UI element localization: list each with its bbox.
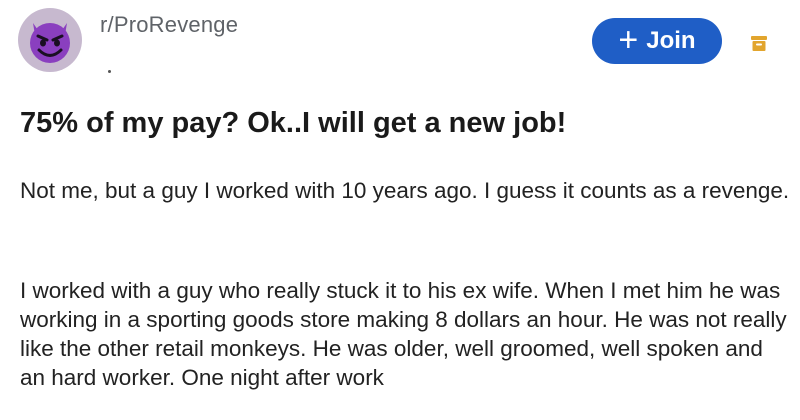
join-label: Join — [646, 27, 696, 54]
subreddit-name[interactable]: r/ProRevenge — [100, 12, 238, 38]
devil-face-icon — [30, 23, 70, 63]
subreddit-avatar[interactable] — [18, 8, 82, 72]
post-header: r/ProRevenge + Join — [0, 0, 800, 90]
post-paragraph: I worked with a guy who really stuck it … — [20, 278, 787, 390]
plus-icon: + — [618, 20, 639, 59]
post-title[interactable]: 75% of my pay? Ok..I will get a new job! — [20, 105, 790, 143]
join-button[interactable]: + Join — [592, 18, 722, 64]
archive-icon[interactable] — [750, 34, 768, 52]
separator-dot — [108, 70, 111, 73]
post-paragraph: Not me, but a guy I worked with 10 years… — [20, 178, 790, 203]
